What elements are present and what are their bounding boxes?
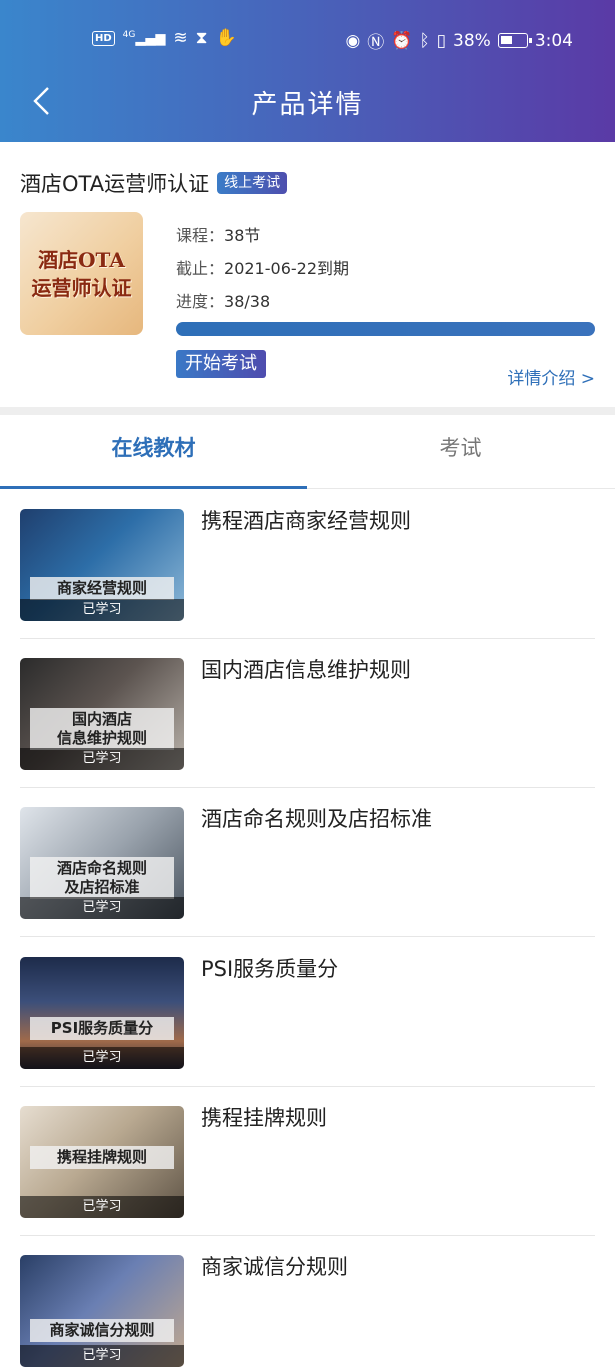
hand-icon: ✋ <box>215 28 237 48</box>
material-title: 国内酒店信息维护规则 <box>201 658 411 682</box>
thumbnail-caption: PSI服务质量分 <box>30 1017 174 1040</box>
learned-status-label: 已学习 <box>20 599 184 621</box>
nfc-icon: Ⓝ <box>367 33 385 53</box>
list-item[interactable]: PSI服务质量分 已学习 PSI服务质量分 <box>20 937 595 1087</box>
battery-icon <box>497 33 532 48</box>
list-item[interactable]: 酒店命名规则 及店招标准 已学习 酒店命名规则及店招标准 <box>20 787 595 937</box>
section-divider <box>0 407 615 415</box>
material-thumbnail: PSI服务质量分 已学习 <box>20 957 184 1069</box>
list-item[interactable]: 商家诚信分规则 已学习 商家诚信分规则 <box>20 1235 595 1367</box>
course-count-row: 课程：38节 <box>176 222 260 246</box>
product-name: 酒店OTA运营师认证 <box>20 172 210 196</box>
progress-row: 进度：38/38 <box>176 288 270 312</box>
thumbnail-caption: 携程挂牌规则 <box>30 1146 174 1169</box>
alarm-icon: ⏰ <box>391 30 413 51</box>
material-title: PSI服务质量分 <box>201 957 339 981</box>
progress-bar <box>176 322 595 336</box>
material-thumbnail: 携程挂牌规则 已学习 <box>20 1106 184 1218</box>
bluetooth-icon: ᛒ <box>419 30 430 51</box>
list-item[interactable]: 携程挂牌规则 已学习 携程挂牌规则 <box>20 1086 595 1236</box>
product-cover-line2: 运营师认证 <box>31 275 132 300</box>
learned-status-label: 已学习 <box>20 748 184 770</box>
material-title: 携程挂牌规则 <box>201 1106 327 1130</box>
thumbnail-caption: 商家诚信分规则 <box>30 1319 174 1342</box>
page-title: 产品详情 <box>251 90 364 120</box>
material-thumbnail: 商家诚信分规则 已学习 <box>20 1255 184 1367</box>
deadline-label: 截止： <box>176 259 225 278</box>
learned-status-label: 已学习 <box>20 1345 184 1367</box>
vibrate-icon: ▯ <box>436 30 447 51</box>
status-bar: HD 4G▂▄▆ ≋ ⧗ ✋ ◉ Ⓝ ⏰ ᛒ ▯ 38% 3:04 <box>0 26 615 56</box>
detail-intro-link[interactable]: 详情介绍 > <box>507 364 595 389</box>
tab-online-materials[interactable]: 在线教材 <box>0 415 307 489</box>
learned-status-label: 已学习 <box>20 1047 184 1069</box>
learned-status-label: 已学习 <box>20 897 184 919</box>
eye-icon: ◉ <box>345 30 361 51</box>
thumbnail-caption: 酒店命名规则 及店招标准 <box>30 857 174 899</box>
wifi-icon: ≋ <box>173 28 188 48</box>
app-header: HD 4G▂▄▆ ≋ ⧗ ✋ ◉ Ⓝ ⏰ ᛒ ▯ 38% 3:04 产品详情 <box>0 0 615 142</box>
course-value: 38节 <box>224 226 261 245</box>
hd-icon: HD <box>92 30 115 46</box>
list-item[interactable]: 商家经营规则 已学习 携程酒店商家经营规则 <box>20 489 595 639</box>
signal-icon: 4G▂▄▆ <box>122 29 166 47</box>
deadline-row: 截止：2021-06-22到期 <box>176 255 349 279</box>
start-exam-button[interactable]: 开始考试 <box>176 350 266 378</box>
material-thumbnail: 酒店命名规则 及店招标准 已学习 <box>20 807 184 919</box>
learned-status-label: 已学习 <box>20 1196 184 1218</box>
exam-type-badge: 线上考试 <box>217 172 288 194</box>
course-label: 课程： <box>176 226 225 245</box>
material-thumbnail: 商家经营规则 已学习 <box>20 509 184 621</box>
product-cover-line1: 酒店OTA <box>38 247 125 272</box>
product-cover: 酒店OTA 运营师认证 <box>20 212 143 335</box>
tab-exam[interactable]: 考试 <box>307 415 614 489</box>
deadline-value: 2021-06-22到期 <box>224 259 350 278</box>
clock-time: 3:04 <box>534 30 573 51</box>
progress-bar-fill <box>176 322 595 336</box>
material-thumbnail: 国内酒店 信息维护规则 已学习 <box>20 658 184 770</box>
list-item[interactable]: 国内酒店 信息维护规则 已学习 国内酒店信息维护规则 <box>20 638 595 788</box>
thumbnail-caption: 国内酒店 信息维护规则 <box>30 708 174 750</box>
progress-label: 进度： <box>176 292 225 311</box>
thumbnail-caption: 商家经营规则 <box>30 577 174 600</box>
material-title: 携程酒店商家经营规则 <box>201 509 411 533</box>
tab-bar: 在线教材 考试 <box>0 415 615 489</box>
progress-value: 38/38 <box>224 292 271 311</box>
material-title: 酒店命名规则及店招标准 <box>201 807 432 831</box>
product-title-row: 酒店OTA运营师认证 线上考试 <box>20 168 288 198</box>
hourglass-icon: ⧗ <box>195 28 208 48</box>
material-title: 商家诚信分规则 <box>201 1255 348 1279</box>
battery-percent: 38% <box>453 30 491 51</box>
